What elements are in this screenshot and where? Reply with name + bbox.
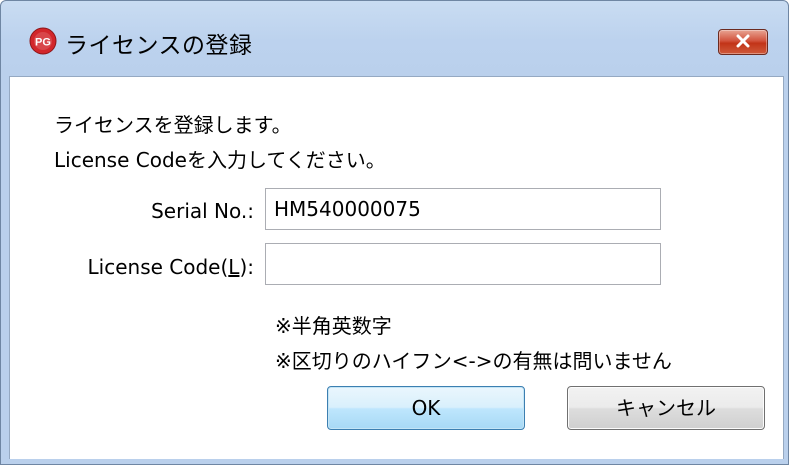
license-label-prefix: License Code(	[87, 255, 229, 279]
license-dialog: PG ライセンスの登録 ライセンスを登録します。 License Codeを入力…	[0, 0, 789, 465]
window-title: ライセンスの登録	[65, 33, 253, 59]
close-icon	[736, 34, 750, 48]
instruction-line-1: ライセンスを登録します。	[54, 113, 292, 137]
license-label-suffix: ):	[239, 255, 254, 279]
serial-number-field[interactable]	[265, 188, 661, 230]
note-hyphen: ※区切りのハイフン<->の有無は問いません	[275, 349, 672, 373]
cancel-button[interactable]: キャンセル	[567, 386, 765, 430]
note-half-width: ※半角英数字	[275, 314, 392, 338]
title-bar[interactable]: PG ライセンスの登録	[1, 1, 788, 67]
serial-label: Serial No.:	[151, 199, 254, 223]
instruction-line-2: License Codeを入力してください。	[54, 148, 386, 172]
license-label-accelerator: L	[228, 255, 240, 279]
ok-button[interactable]: OK	[327, 386, 525, 430]
close-button[interactable]	[718, 29, 768, 55]
pg-app-icon: PG	[29, 27, 57, 55]
dialog-body: ライセンスを登録します。 License Codeを入力してください。 Seri…	[9, 76, 784, 459]
license-code-field[interactable]	[265, 243, 661, 285]
svg-text:PG: PG	[35, 37, 51, 49]
license-code-label: License Code(L):	[50, 255, 254, 279]
